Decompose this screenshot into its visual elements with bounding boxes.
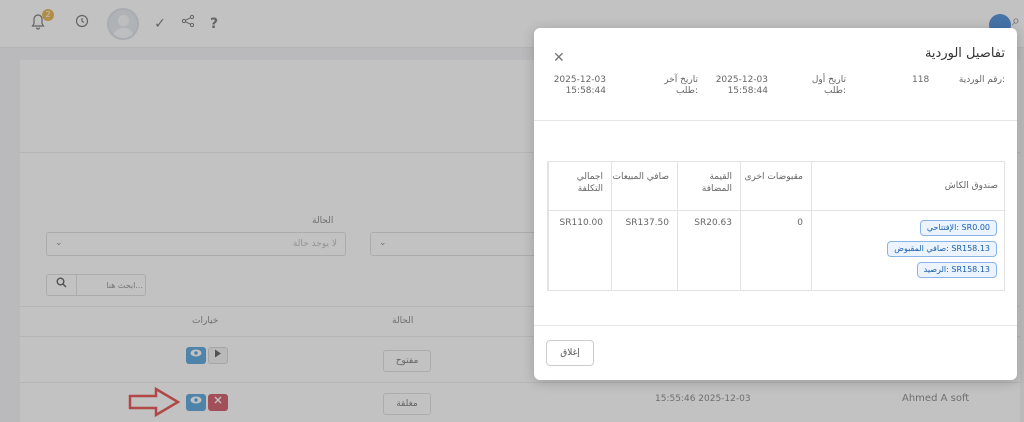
modal-title: تفاصيل الوردية (924, 46, 1005, 61)
close-icon (214, 396, 222, 404)
shift-summary-table: اجمالي التكلفة صافي المبيعات القيمة المض… (547, 161, 1006, 291)
cash-box-cell: الإفتتاحي: SR0.00 صافي المقبوض: SR158.13… (811, 210, 1006, 291)
status-badge: مفتوح (383, 350, 431, 372)
shift-number: 118 (912, 75, 930, 85)
clock-icon[interactable] (72, 14, 92, 34)
chevron-down-icon: ⌄ (55, 238, 63, 248)
search-icon[interactable] (47, 275, 77, 295)
close-button[interactable]: إغلاق (546, 340, 594, 366)
clock-icon-svg (75, 14, 89, 28)
modal-header-divider (534, 120, 1017, 121)
first-order-label: تاريخ أول طلب: (811, 75, 846, 96)
view-button[interactable] (186, 347, 206, 364)
shift-number-label: رقم الوردية: (958, 75, 1005, 85)
modal-footer-divider (534, 325, 1017, 326)
state-header: الحالة (392, 316, 414, 326)
net-sales-header: صافي المبيعات (611, 162, 677, 210)
help-icon[interactable]: ? (204, 14, 224, 34)
first-order-date: 2025-12-03 (715, 75, 768, 85)
chevron-down-icon: ⌄ (379, 238, 387, 248)
last-order-date-block: 2025-12-03 15:58:44 (542, 75, 606, 97)
net-sales-value: SR137.50 (611, 210, 677, 291)
play-button[interactable] (208, 347, 228, 364)
search-input[interactable] (79, 277, 143, 293)
view-button[interactable] (186, 394, 206, 411)
table-row-border (20, 382, 1020, 383)
shift-time: 15:55:46 2025-12-03 (655, 394, 751, 404)
avatar-head (118, 15, 129, 26)
balance-pill: الرصيد: SR158.13 (916, 262, 997, 278)
share-icon-svg (181, 14, 195, 28)
state-select-placeholder: لا يوجد حالة (292, 239, 337, 249)
last-order-time: 15:58:44 (565, 86, 606, 96)
avatar-body (113, 28, 134, 38)
shift-user: Ahmed A soft (902, 393, 970, 404)
cash-box-header: صندوق الكاش (811, 162, 1006, 210)
search-icon[interactable]: ⌕ (1012, 13, 1020, 29)
close-icon[interactable]: ✕ (553, 50, 565, 66)
share-icon[interactable] (178, 14, 198, 34)
last-order-date: 2025-12-03 (553, 75, 606, 85)
secondary-select[interactable]: ⌄ (370, 232, 550, 256)
shift-details-modal: تفاصيل الوردية ✕ رقم الوردية: 118 تاريخ … (534, 28, 1017, 380)
vat-value: SR20.63 (677, 210, 740, 291)
play-icon (215, 349, 221, 358)
avatar[interactable] (107, 8, 139, 40)
check-icon[interactable]: ✓ (150, 14, 170, 34)
first-order-time: 15:58:44 (727, 86, 768, 96)
eye-icon (190, 349, 202, 357)
total-cost-header: اجمالي التكلفة (548, 162, 611, 210)
state-filter-label: الحالة (312, 216, 334, 226)
first-order-date-block: 2025-12-03 15:58:44 (704, 75, 768, 97)
opening-balance-pill: الإفتتاحي: SR0.00 (919, 220, 997, 236)
notification-badge: 2 (42, 9, 54, 21)
options-header: خيارات (192, 316, 219, 326)
state-select[interactable]: ⌄ لا يوجد حالة (46, 232, 346, 256)
eye-icon (190, 396, 202, 404)
search-box (46, 274, 146, 296)
vat-header: القيمة المضافة (677, 162, 740, 210)
other-receipts-value: 0 (740, 210, 811, 291)
red-arrow-annotation (128, 387, 180, 417)
magnifier-svg (56, 277, 67, 288)
status-badge: مغلقة (383, 393, 431, 415)
last-order-label: تاريخ آخر طلب: (664, 75, 698, 96)
total-cost-value: SR110.00 (548, 210, 611, 291)
close-shift-button[interactable] (208, 394, 228, 411)
net-received-pill: صافي المقبوض: SR158.13 (887, 241, 997, 257)
other-receipts-header: مقبوضات اخرى (740, 162, 811, 210)
